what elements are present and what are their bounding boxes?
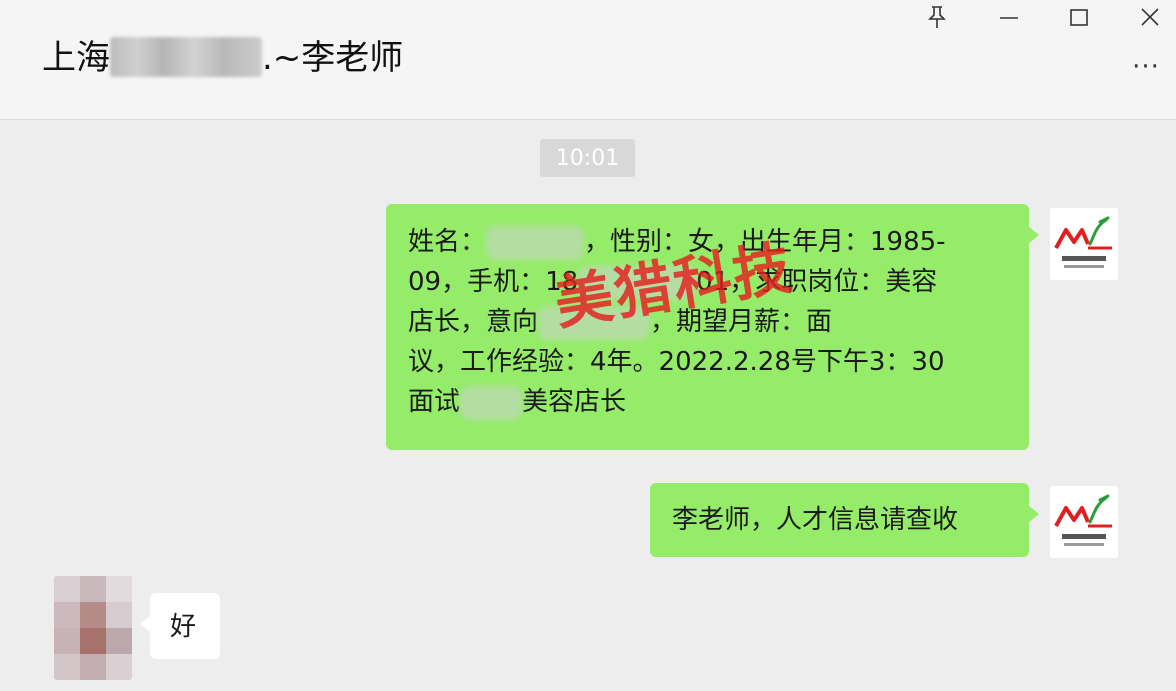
incoming-message-bubble[interactable]: 好 [140, 593, 220, 659]
close-button[interactable] [1128, 0, 1172, 34]
maximize-icon [1070, 9, 1088, 26]
message-text: 李老师，人才信息请查收 [672, 505, 959, 535]
pixelated-avatar-image [54, 576, 132, 680]
contact-avatar[interactable] [54, 576, 132, 680]
maximize-button[interactable] [1057, 0, 1101, 34]
message-line: 店长，意向 ，期望月薪：面 [408, 302, 1009, 342]
chat-title-prefix: 上海 [42, 38, 110, 78]
self-avatar[interactable] [1050, 486, 1118, 558]
message-line: 面试 美容店长 [408, 382, 1009, 422]
message-timestamp: 10:01 [540, 139, 635, 177]
chat-title: 上海 .~李老师 [42, 30, 403, 79]
redacted-location [538, 305, 651, 340]
close-icon [1141, 8, 1159, 26]
outgoing-message-bubble[interactable]: 姓名： ，性别：女，出生年月：1985- 09，手机：18 01，求职岗位：美容 店… [386, 204, 1039, 450]
redacted-phone [578, 265, 697, 300]
pin-button[interactable] [915, 0, 959, 34]
more-options-icon: ··· [1132, 52, 1160, 82]
message-text: 好 [170, 612, 197, 642]
message-line: 议，工作经验：4年。2022.2.28号下午3：30 [408, 347, 945, 377]
minimize-icon [1000, 17, 1018, 19]
self-avatar[interactable] [1050, 208, 1118, 280]
company-logo-icon [1050, 208, 1118, 280]
company-logo-icon [1050, 486, 1118, 558]
message-line: 姓名： ，性别：女，出生年月：1985- [408, 222, 1009, 262]
redacted-company [460, 385, 523, 420]
minimize-button[interactable] [987, 0, 1031, 34]
message-line: 09，手机：18 01，求职岗位：美容 [408, 262, 1009, 302]
chat-title-suffix: .~李老师 [262, 38, 404, 78]
redacted-name-blur [110, 37, 262, 77]
outgoing-message-bubble[interactable]: 李老师，人才信息请查收 [650, 483, 1039, 557]
pin-icon [928, 6, 946, 28]
more-options-button[interactable]: ··· [1126, 52, 1166, 82]
chat-header: 上海 .~李老师 ··· [0, 0, 1176, 120]
redacted-name [486, 225, 585, 260]
